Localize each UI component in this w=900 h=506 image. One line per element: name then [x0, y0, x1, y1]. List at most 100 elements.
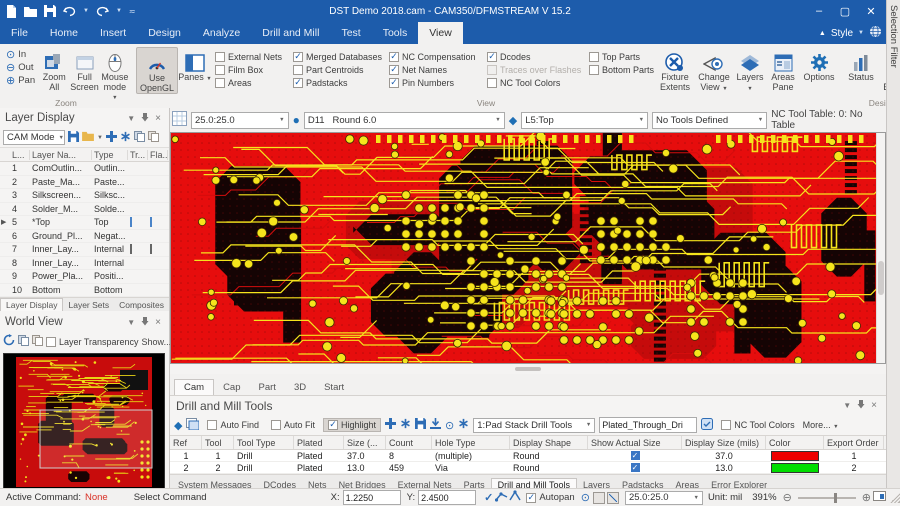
view-checkbox[interactable]: NC Compensation	[389, 52, 481, 62]
view-checkbox[interactable]: Dcodes	[487, 52, 583, 62]
menu-tab[interactable]: Design	[137, 22, 192, 44]
layer-panel-tab[interactable]: Layer Sets	[63, 299, 114, 311]
add-layer-icon[interactable]	[106, 131, 117, 145]
zoom-in-icon[interactable]: ⊕	[860, 491, 873, 504]
panel-close-icon[interactable]: ×	[152, 317, 164, 328]
undo-icon[interactable]	[63, 6, 76, 17]
layers-button[interactable]: Layers ▼	[734, 47, 766, 94]
canvas-tab[interactable]: Part	[250, 380, 285, 395]
menu-tab[interactable]: File	[0, 22, 39, 44]
panel-menu-icon[interactable]: ▼	[124, 114, 138, 123]
undo-dropdown-icon[interactable]: ▼	[83, 8, 89, 14]
view-checkbox[interactable]: Net Names	[389, 65, 481, 75]
panel-close-icon[interactable]: ×	[868, 400, 880, 411]
view-checkbox[interactable]: Film Box	[215, 65, 287, 75]
target-icon[interactable]: ⊙	[445, 419, 454, 432]
view-checkbox[interactable]: NC Tool Colors	[487, 78, 583, 88]
globe-icon[interactable]	[869, 25, 882, 41]
canvas-tab[interactable]: Cam	[174, 379, 214, 395]
layer-row[interactable]: 6 Ground_Pl... Negat...	[0, 230, 169, 244]
layer-row[interactable]: 10 Bottom Bottom	[0, 284, 169, 298]
layer-row[interactable]: 2 Paste_Ma... Paste...	[0, 176, 169, 190]
view-checkbox[interactable]: Merged Databases	[293, 52, 383, 62]
nc-tools-combo[interactable]: No Tools Defined▼	[652, 112, 767, 129]
angle-snap-icon[interactable]	[509, 490, 522, 505]
layer-row[interactable]: 4 Solder_M... Solde...	[0, 203, 169, 217]
view-checkbox[interactable]: External Nets	[215, 52, 287, 62]
paste-icon[interactable]	[32, 335, 43, 349]
refresh-icon[interactable]	[3, 334, 15, 349]
status-button[interactable]: Status	[844, 47, 878, 83]
world-view-thumbnail[interactable]	[3, 353, 165, 493]
zoom-mode-radio[interactable]: ⊕Pan	[6, 75, 35, 86]
x-coordinate-input[interactable]	[343, 490, 401, 505]
tool-table-name-input[interactable]	[599, 417, 697, 433]
open-layers-icon[interactable]	[82, 131, 94, 144]
fixture-extents-button[interactable]: Fixture Extents	[656, 47, 694, 92]
world-view-toggle-icon[interactable]	[186, 418, 199, 433]
rename-icon[interactable]	[701, 418, 713, 433]
view-checkbox[interactable]: Areas	[215, 78, 287, 88]
view-checkbox[interactable]: Bottom Parts	[589, 65, 653, 75]
auto-fit-checkbox[interactable]: Auto Fit	[267, 419, 319, 431]
layer-row[interactable]: 3 Silkscreen... Silksc...	[0, 189, 169, 203]
menu-tab[interactable]: Tools	[372, 22, 419, 44]
scrollbar-thumb[interactable]	[515, 367, 541, 371]
layer-row[interactable]: 9 Power_Pla... Positi...	[0, 270, 169, 284]
view-checkbox[interactable]: Pin Numbers	[389, 78, 481, 88]
tool-color-chip[interactable]	[771, 463, 819, 473]
layer-row[interactable]: ▶ 5 *Top Top	[0, 216, 169, 230]
outline-mode-icon[interactable]	[607, 492, 619, 504]
nc-tool-colors-checkbox[interactable]: NC Tool Colors	[717, 419, 798, 431]
view-checkbox[interactable]: Traces over Flashes	[487, 65, 583, 75]
show-actual-size-checkbox[interactable]	[631, 451, 640, 460]
style-dropdown-icon[interactable]: ▼	[858, 30, 864, 36]
save-icon[interactable]	[44, 5, 56, 17]
view-checkbox[interactable]: Padstacks	[293, 78, 383, 88]
zoom-mode-radio[interactable]: ⊖Out	[6, 62, 35, 73]
drill-table-row[interactable]: 1 1 Drill Plated 37.0 8 (multiple) Round…	[170, 450, 886, 462]
panes-button[interactable]: Panes ▼	[178, 47, 212, 85]
layer-row[interactable]: 7 Inner_Lay... Internal	[0, 243, 169, 257]
pin-icon[interactable]	[854, 400, 868, 411]
resize-grip[interactable]	[890, 493, 900, 503]
canvas-vertical-scrollbar[interactable]	[876, 133, 885, 363]
menu-tab[interactable]: Drill and Mill	[251, 22, 330, 44]
layer-panel-tab[interactable]: Composites	[114, 299, 169, 311]
asterisk-icon[interactable]	[458, 418, 469, 432]
close-button[interactable]: ✕	[858, 0, 884, 22]
options-button[interactable]: Options	[800, 47, 838, 83]
tool-table-combo[interactable]: 1:Pad Stack Drill Tools▼	[473, 418, 595, 433]
layer-transparency-checkbox[interactable]: Layer Transparency	[46, 337, 139, 347]
pcb-canvas-viewport[interactable]	[170, 132, 886, 364]
flash-color-chip[interactable]	[150, 217, 152, 227]
panel-close-icon[interactable]: ×	[152, 113, 164, 124]
grid-combo[interactable]: 25.0:25.0▼	[191, 112, 289, 129]
highlight-toggle[interactable]: Highlight	[323, 418, 381, 432]
minimize-button[interactable]: –	[806, 0, 832, 22]
layer-row[interactable]: 1 ComOutlin... Outlin...	[0, 162, 169, 176]
save-tools-icon[interactable]	[415, 418, 426, 432]
zoom-slider[interactable]	[798, 497, 856, 499]
more-menu[interactable]: More... ▼	[803, 420, 839, 430]
menu-tab[interactable]: Test	[330, 22, 371, 44]
show-menu[interactable]: Show...	[142, 337, 172, 347]
zoom-all-button[interactable]: Zoom All	[39, 47, 69, 92]
fill-mode-icon[interactable]	[593, 492, 605, 504]
canvas-tab[interactable]: Start	[315, 380, 353, 395]
use-opengl-toggle[interactable]: Use OpenGL	[136, 47, 178, 94]
cam-mode-combo[interactable]: CAM Mode▼	[3, 130, 65, 145]
show-actual-size-checkbox[interactable]	[631, 463, 640, 472]
pin-icon[interactable]	[138, 317, 152, 328]
asterisk-icon[interactable]	[400, 418, 411, 432]
layer-combo[interactable]: L5:Top▼	[521, 112, 648, 129]
scrollbar-thumb[interactable]	[878, 261, 884, 295]
auto-find-checkbox[interactable]: Auto Find	[203, 419, 263, 431]
apply-check-icon[interactable]: ✓	[476, 491, 495, 504]
asterisk-icon[interactable]	[120, 131, 131, 145]
canvas-tab[interactable]: 3D	[285, 380, 315, 395]
full-screen-button[interactable]: Full Screen	[69, 47, 99, 92]
selection-filter-strip[interactable]: Selection Filter	[886, 0, 900, 488]
status-grid-combo[interactable]: 25.0:25.0▼	[625, 491, 703, 505]
flash-color-chip[interactable]	[150, 244, 152, 254]
